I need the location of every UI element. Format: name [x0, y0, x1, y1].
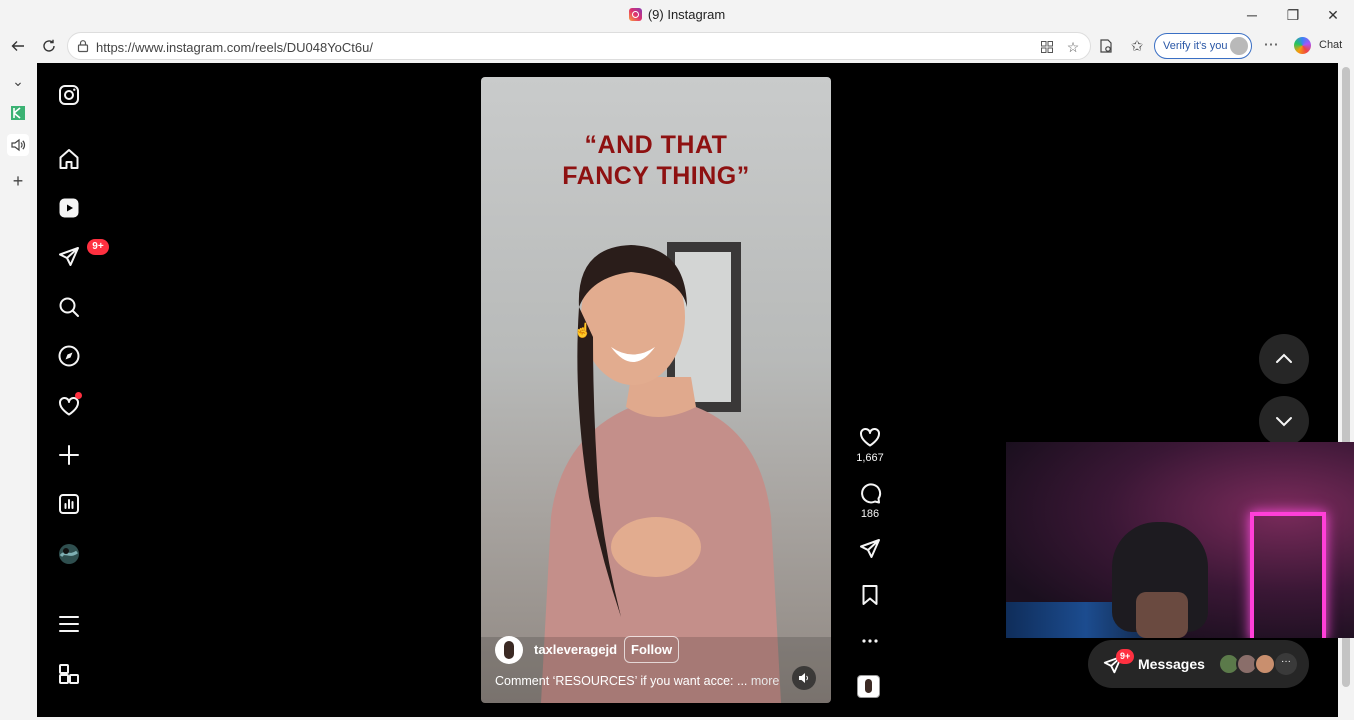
reel-description-text: Comment ‘RESOURCES’ if you want acce: ..…	[495, 674, 748, 688]
reload-icon	[43, 39, 55, 52]
window-title: (9) Instagram	[0, 7, 1354, 22]
webcam-overlay	[1006, 442, 1354, 638]
messages-label: Messages	[1138, 656, 1205, 672]
bookmark-app-icon[interactable]	[7, 102, 29, 124]
dashboard-chart-icon[interactable]	[57, 492, 81, 516]
reel-video[interactable]: “AND THAT FANCY THING” ☝ taxleveragejd F…	[481, 77, 831, 703]
more-options-action[interactable]	[855, 629, 885, 653]
message-avatar	[1254, 653, 1276, 675]
notification-dot	[75, 392, 82, 399]
audio-toggle-button[interactable]	[792, 666, 816, 690]
like-action[interactable]: 1,667	[855, 425, 885, 464]
verify-profile-button[interactable]: Verify it's you	[1154, 33, 1252, 59]
search-icon[interactable]	[57, 295, 81, 319]
comment-count: 186	[860, 508, 880, 520]
speaker-icon[interactable]	[7, 134, 29, 156]
menu-hamburger-icon[interactable]	[57, 612, 81, 636]
back-button[interactable]	[6, 35, 30, 57]
follow-button[interactable]: Follow	[624, 636, 680, 663]
instagram-favicon-icon	[628, 8, 642, 21]
url-text[interactable]: https://www.instagram.com/reels/DU048YoC…	[96, 40, 373, 55]
instagram-logo-icon[interactable]	[57, 83, 81, 107]
share-send-icon	[860, 539, 880, 558]
address-bar[interactable]: https://www.instagram.com/reels/DU048YoC…	[67, 32, 1091, 60]
like-count: 1,667	[856, 452, 884, 464]
home-icon[interactable]	[57, 147, 81, 171]
more-link[interactable]: more	[751, 674, 779, 688]
reels-icon[interactable]	[57, 196, 81, 220]
notifications-heart-icon[interactable]	[57, 392, 82, 418]
chevron-down-icon	[1276, 417, 1292, 427]
copilot-chat-button[interactable]: Chat	[1290, 34, 1346, 58]
messages-nav-icon[interactable]: 9+	[57, 239, 109, 269]
reel-caption-line-2: FANCY THING”	[562, 162, 750, 190]
instagram-nav: 9+	[37, 63, 109, 717]
webcam-person-face	[1136, 592, 1188, 638]
comment-action[interactable]: 186	[855, 481, 885, 520]
bookmark-icon	[862, 585, 878, 605]
messages-nav-badge: 9+	[87, 239, 109, 255]
profile-avatar	[1230, 37, 1248, 55]
also-from-meta-icon[interactable]	[57, 662, 81, 686]
reel-description: Comment ‘RESOURCES’ if you want acce: ..…	[495, 674, 779, 688]
volume-icon	[799, 673, 808, 683]
back-arrow-icon	[11, 41, 24, 51]
previous-reel-button[interactable]	[1259, 334, 1309, 384]
more-menu-icon[interactable]: ⋯	[1262, 36, 1280, 54]
browser-sidebar: ⌄ +	[0, 62, 37, 720]
save-action[interactable]	[855, 583, 885, 607]
audio-thumbnail[interactable]	[857, 675, 880, 698]
site-info-icon[interactable]	[76, 39, 90, 53]
add-icon[interactable]: +	[7, 170, 29, 192]
explore-compass-icon[interactable]	[57, 344, 81, 368]
browser-toolbar: https://www.instagram.com/reels/DU048YoC…	[0, 30, 1354, 62]
copilot-icon	[1294, 37, 1311, 54]
window-title-text: (9) Instagram	[647, 7, 726, 22]
author-username[interactable]: taxleveragejd	[534, 642, 617, 657]
comment-bubble-icon	[861, 483, 882, 504]
verify-label: Verify it's you	[1163, 40, 1228, 52]
more-dots-icon	[862, 639, 878, 643]
window-titlebar: (9) Instagram ─ ❐ ✕	[0, 0, 1354, 30]
restore-button[interactable]: ❐	[1278, 4, 1308, 26]
next-reel-button[interactable]	[1259, 396, 1309, 446]
chevron-up-icon	[1276, 353, 1292, 363]
led-mirror	[1250, 512, 1326, 638]
messages-more: ···	[1275, 653, 1297, 675]
reel-author-row: taxleveragejd Follow	[495, 635, 825, 665]
chevron-down-icon[interactable]: ⌄	[7, 70, 29, 92]
reload-button[interactable]	[37, 35, 61, 57]
close-window-button[interactable]: ✕	[1318, 4, 1348, 26]
author-avatar[interactable]	[495, 636, 523, 664]
mouse-pointer-icon: ☝	[574, 322, 592, 338]
messages-badge: 9+	[1116, 649, 1135, 664]
minimize-button[interactable]: ─	[1237, 4, 1267, 26]
favorites-icon[interactable]: ✩	[1128, 38, 1146, 56]
create-plus-icon[interactable]	[57, 443, 81, 467]
read-aloud-icon[interactable]	[1097, 38, 1115, 56]
share-action[interactable]	[855, 537, 885, 561]
reel-caption-line-1: “AND THAT	[584, 131, 728, 159]
app-available-icon[interactable]	[1038, 38, 1056, 56]
favorite-star-icon[interactable]: ☆	[1064, 38, 1082, 56]
messages-pill[interactable]: 9+ Messages ···	[1088, 640, 1309, 688]
profile-avatar-icon[interactable]	[57, 542, 81, 566]
chat-label: Chat	[1319, 39, 1343, 51]
like-heart-icon	[860, 427, 880, 447]
